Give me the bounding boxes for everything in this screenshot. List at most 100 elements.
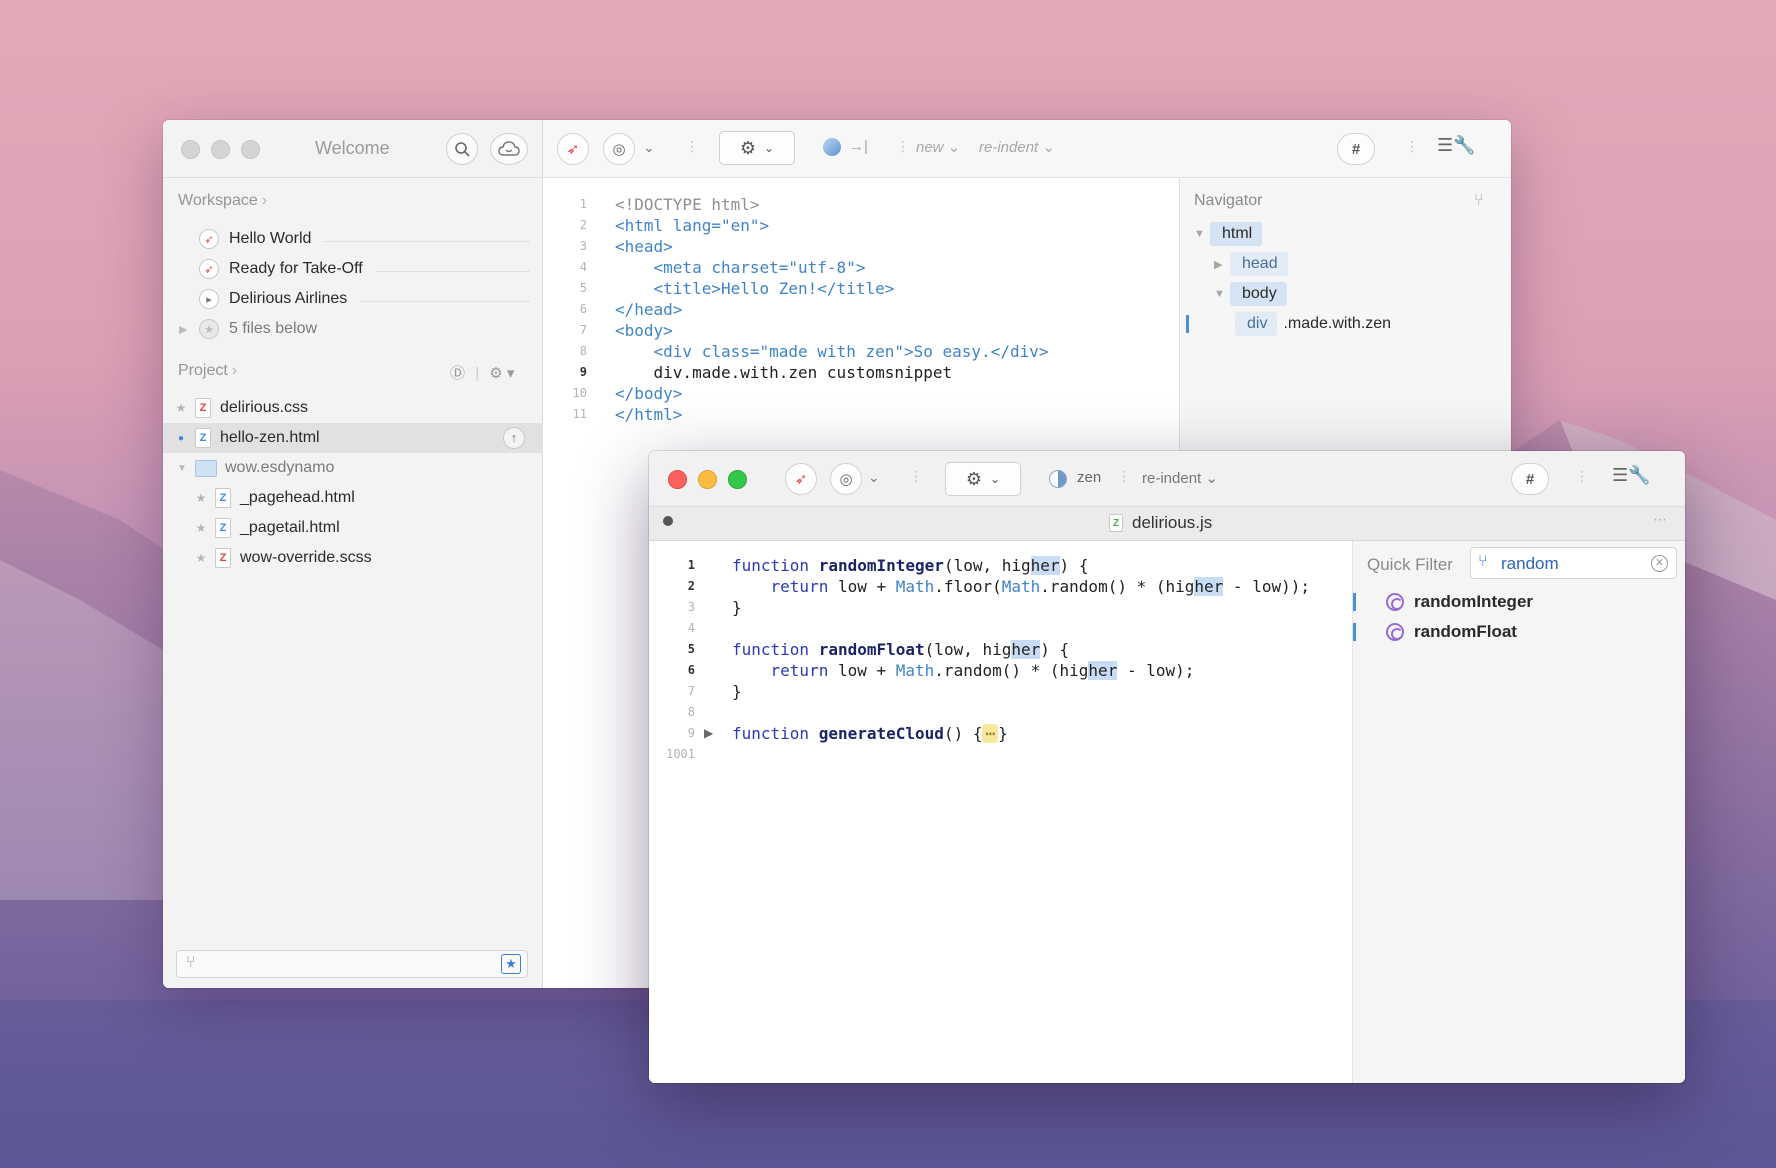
chevron-down-icon[interactable]: ⌄ — [868, 469, 880, 486]
cloud-button[interactable] — [490, 133, 528, 165]
window-controls[interactable] — [181, 140, 260, 159]
nav-node-body[interactable]: ▼ body — [1214, 281, 1287, 307]
disclosure-triangle-icon: ▶ — [179, 323, 188, 336]
close-button[interactable] — [668, 470, 687, 489]
hash-button[interactable]: # — [1337, 133, 1375, 165]
line-number: 11 — [572, 407, 587, 421]
toolbar-separator: ⋮ — [685, 138, 699, 154]
filter-result[interactable]: randomInteger — [1353, 587, 1685, 617]
disclosure-open-icon[interactable]: ▼ — [177, 463, 191, 474]
filter-result[interactable]: randomFloat — [1353, 617, 1685, 647]
file-icon: Z — [215, 548, 231, 568]
file-row[interactable]: ★ Z _pagehead.html — [163, 483, 543, 513]
new-dropdown[interactable]: new ⌄ — [916, 138, 960, 156]
target-button[interactable]: ◎ — [830, 463, 862, 495]
js-editor[interactable]: 1 2 3 4 5 6 7 8 9 1001 ▶ function random… — [649, 541, 1352, 1083]
file-row[interactable]: ★ Z wow-override.scss — [163, 543, 543, 573]
filter-icon[interactable]: ⑂ — [1474, 192, 1484, 210]
workspace-item[interactable]: ➶ Hello World — [199, 225, 529, 253]
code-line: function generateCloud() {⋯} — [732, 724, 1008, 743]
disclosure-closed-icon[interactable]: ▶ — [1214, 258, 1230, 271]
folder-label: wow.esdynamo — [225, 459, 335, 476]
star-icon[interactable]: ★ — [175, 401, 187, 415]
hash-button[interactable]: # — [1511, 463, 1549, 495]
file-row[interactable]: ★ Z delirious.css — [163, 393, 543, 423]
active-marker — [1186, 315, 1189, 333]
code-line: function randomFloat(low, higher) { — [732, 640, 1070, 659]
more-icon[interactable]: ⋯ — [1653, 511, 1667, 528]
chevron-down-icon: ⌄ — [764, 141, 775, 155]
nav-node-div[interactable]: div .made.with.zen — [1186, 311, 1391, 337]
format-tools-icon[interactable]: ☰🔧 — [1437, 135, 1476, 156]
js-toolbar: ➶ ◎ ⌄ ⋮ ⚙ ⌄ zen ⋮ re-indent ⌄ # ⋮ ☰🔧 — [649, 451, 1685, 507]
fold-marker[interactable]: ⋯ — [982, 724, 999, 743]
new-label: new — [916, 139, 944, 156]
clear-icon[interactable]: ✕ — [1651, 555, 1668, 572]
workspace-section-header[interactable]: Workspace › — [178, 192, 267, 210]
disclosure-open-icon[interactable]: ▼ — [1194, 228, 1210, 240]
line-number: 3 — [579, 239, 587, 253]
star-icon[interactable]: ★ — [195, 491, 207, 505]
compass-icon: ➶ — [199, 229, 219, 249]
zen-label[interactable]: zen — [1077, 469, 1101, 486]
file-row[interactable]: ★ Z _pagetail.html — [163, 513, 543, 543]
tab-arrow-icon[interactable]: →| — [849, 138, 868, 155]
window-controls[interactable] — [668, 470, 747, 489]
workspace-item[interactable]: ▸ Delirious Airlines — [199, 285, 529, 313]
minimize-button[interactable] — [211, 140, 230, 159]
half-circle-icon[interactable] — [1049, 470, 1067, 488]
folder-row[interactable]: ▼ wow.esdynamo — [163, 453, 543, 483]
star-icon[interactable]: ★ — [195, 521, 207, 535]
star-icon: ★ — [199, 319, 219, 339]
disclosure-open-icon[interactable]: ▼ — [1214, 288, 1230, 300]
star-icon[interactable]: ★ — [195, 551, 207, 565]
code-line: <meta charset="utf-8"> — [615, 258, 866, 277]
target-button[interactable]: ◎ — [603, 133, 635, 165]
nav-node-head[interactable]: ▶ head — [1214, 251, 1288, 277]
globe-icon[interactable] — [823, 138, 841, 156]
quick-filter-query: random — [1501, 554, 1559, 573]
file-label: wow-override.scss — [240, 549, 372, 566]
quick-filter-panel: Quick Filter ⑂ random ✕ randomInteger ra… — [1352, 541, 1685, 1083]
zoom-button[interactable] — [728, 470, 747, 489]
minimize-button[interactable] — [698, 470, 717, 489]
line-number: 6 — [579, 302, 587, 316]
line-number-current: 9 — [579, 365, 587, 379]
preview-button[interactable]: ➶ — [785, 463, 817, 495]
favorites-star-icon[interactable]: ★ — [501, 954, 521, 974]
gear-icon: ⚙ — [739, 137, 757, 158]
line-number: 5 — [579, 281, 587, 295]
project-actions: Ⓓ | ⚙ ▾ — [450, 362, 514, 383]
file-icon: Z — [195, 398, 211, 418]
leader-dots — [325, 240, 529, 242]
dynamo-icon[interactable]: Ⓓ — [450, 365, 465, 382]
fold-triangle-icon[interactable]: ▶ — [704, 723, 713, 744]
project-section-header[interactable]: Project › — [178, 362, 237, 380]
preview-button[interactable]: ➶ — [557, 133, 589, 165]
reindent-dropdown[interactable]: re-indent ⌄ — [979, 138, 1055, 156]
cloud-smile-icon — [498, 141, 520, 156]
sidebar-filter-input[interactable]: ⑂ ★ — [176, 950, 528, 978]
workspace-item[interactable]: ➶ Ready for Take-Off — [199, 255, 529, 283]
upload-icon[interactable]: ↑ — [503, 427, 525, 449]
close-button[interactable] — [181, 140, 200, 159]
settings-dropdown[interactable]: ⚙ ⌄ — [945, 462, 1021, 496]
settings-menu-icon[interactable]: ⚙ ▾ — [489, 365, 514, 382]
tab-delirious-js[interactable]: Z delirious.js — [1109, 513, 1212, 533]
settings-dropdown[interactable]: ⚙ ⌄ — [719, 131, 795, 165]
file-row-selected[interactable]: ● Z hello-zen.html ↑ — [163, 423, 543, 453]
toolbar-separator: ⋮ — [1117, 468, 1131, 484]
workspace-item-label: Hello World — [229, 230, 312, 247]
line-number: 8 — [579, 344, 587, 358]
unsaved-dot-icon — [663, 516, 673, 526]
format-tools-icon[interactable]: ☰🔧 — [1612, 465, 1651, 486]
search-button[interactable] — [446, 133, 478, 165]
nav-node-html[interactable]: ▼ html — [1194, 221, 1263, 247]
line-number: 1 — [687, 558, 695, 572]
workspace-item-files[interactable]: ▶ ★ 5 files below — [179, 315, 509, 343]
chevron-down-icon[interactable]: ⌄ — [643, 139, 655, 156]
toolbar-separator: ⋮ — [909, 468, 923, 484]
quick-filter-input[interactable]: ⑂ random ✕ — [1470, 547, 1677, 579]
reindent-dropdown[interactable]: re-indent ⌄ — [1142, 469, 1218, 487]
zoom-button[interactable] — [241, 140, 260, 159]
